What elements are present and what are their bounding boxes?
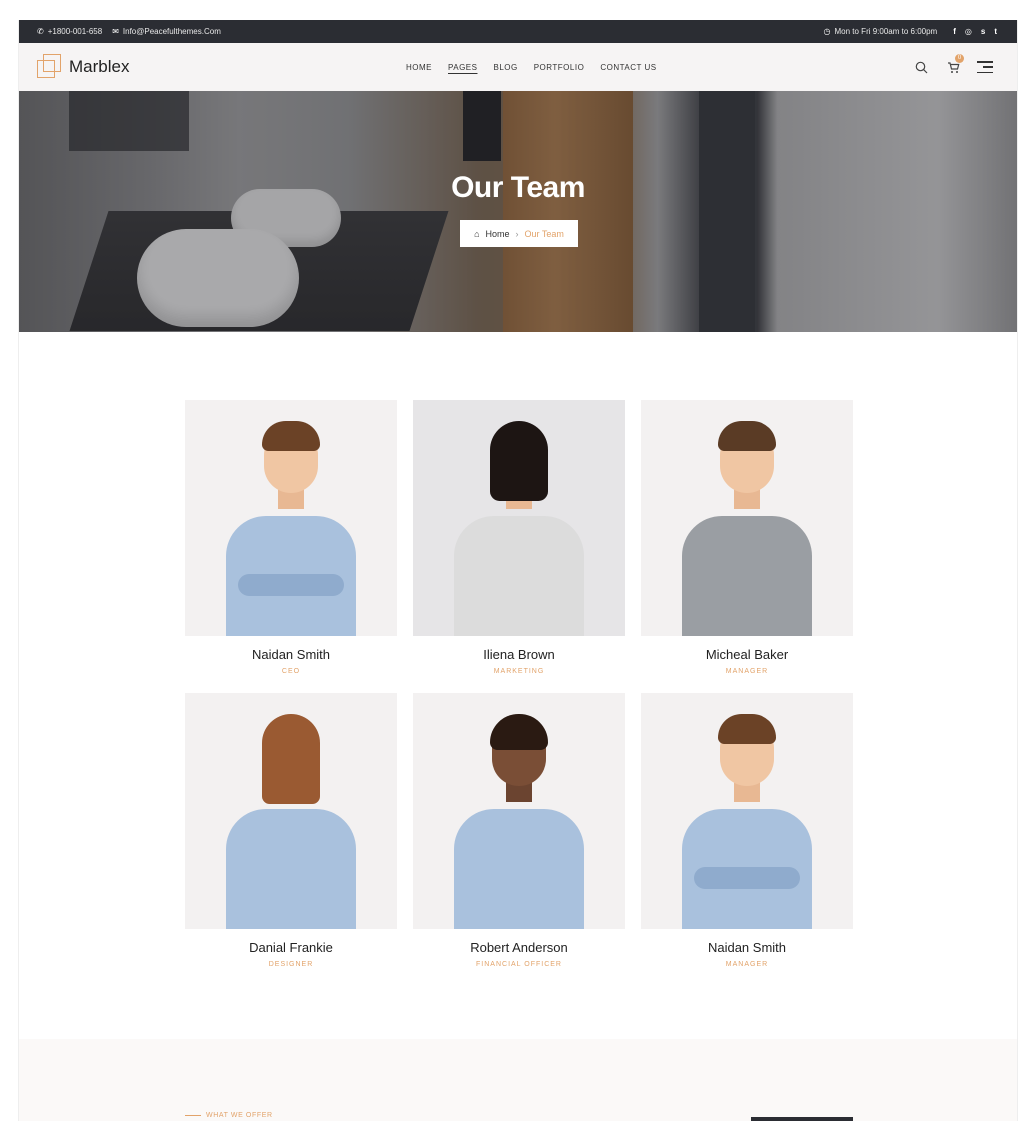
social-links: f ◎ s t — [953, 27, 997, 36]
phone-icon: ✆ — [37, 27, 44, 36]
page-title: Our Team — [451, 171, 585, 204]
mail-icon: ✉ — [112, 27, 119, 36]
team-card[interactable]: Naidan Smith MANAGER — [641, 693, 853, 968]
logo-text: Marblex — [69, 57, 130, 76]
member-name: Danial Frankie — [249, 940, 333, 955]
email-text: Info@Peacefulthemes.Com — [122, 27, 221, 36]
cart-count-badge: 0 — [955, 54, 964, 63]
top-bar: ✆ +1800-001-658 ✉ Info@Peacefulthemes.Co… — [19, 20, 1017, 43]
team-card[interactable]: Iliena Brown MARKETING — [413, 400, 625, 675]
phone-text: +1800-001-658 — [47, 27, 103, 36]
breadcrumb-home[interactable]: Home — [486, 229, 510, 239]
twitter-icon[interactable]: t — [994, 27, 997, 36]
team-card[interactable]: Robert Anderson FINANCIAL OFFICER — [413, 693, 625, 968]
logo-mark-icon — [37, 54, 63, 80]
breadcrumb-current: Our Team — [524, 228, 564, 239]
email-contact[interactable]: ✉ Info@Peacefulthemes.Com — [112, 27, 221, 36]
tag-line — [185, 1115, 201, 1116]
team-photo — [641, 400, 853, 636]
offer-section: WHAT WE OFFER — [19, 1039, 1017, 1121]
section-tag: WHAT WE OFFER — [185, 1112, 273, 1119]
member-role: MANAGER — [725, 668, 769, 675]
facebook-icon[interactable]: f — [953, 27, 956, 36]
member-role: MANAGER — [725, 961, 769, 968]
breadcrumb: ⌂ Home › Our Team — [460, 220, 578, 247]
instagram-icon[interactable]: ◎ — [965, 27, 972, 36]
page-frame: ✆ +1800-001-658 ✉ Info@Peacefulthemes.Co… — [18, 20, 1018, 1121]
member-role: CEO — [281, 668, 301, 675]
nav-portfolio[interactable]: PORTFOLIO — [534, 63, 585, 72]
nav-contact-us[interactable]: CONTACT US — [600, 63, 656, 72]
team-photo — [413, 400, 625, 636]
header-actions: 0 — [913, 43, 993, 91]
nav-home[interactable]: HOME — [406, 63, 432, 72]
member-name: Naidan Smith — [251, 647, 331, 662]
member-role: MARKETING — [493, 668, 545, 675]
hours-text: Mon to Fri 9:00am to 6:00pm — [834, 27, 938, 36]
team-photo — [413, 693, 625, 929]
section-bar — [751, 1117, 853, 1121]
team-photo — [185, 693, 397, 929]
team-photo — [185, 400, 397, 636]
member-name: Naidan Smith — [707, 940, 787, 955]
team-photo — [641, 693, 853, 929]
section-tag-text: WHAT WE OFFER — [206, 1112, 273, 1119]
clock-icon: ◷ — [823, 27, 831, 36]
menu-icon[interactable] — [977, 61, 993, 73]
search-icon[interactable] — [913, 59, 929, 75]
logo[interactable]: Marblex — [37, 54, 129, 80]
site-header: Marblex HOME PAGES BLOG PORTFOLIO CONTAC… — [19, 43, 1017, 91]
chevron-right-icon: › — [515, 228, 519, 239]
team-card[interactable]: Micheal Baker MANAGER — [641, 400, 853, 675]
nav-blog[interactable]: BLOG — [493, 63, 517, 72]
cart-icon[interactable]: 0 — [945, 54, 964, 75]
page-hero: Our Team ⌂ Home › Our Team — [19, 91, 1017, 332]
member-role: FINANCIAL OFFICER — [476, 961, 562, 968]
home-icon: ⌂ — [474, 228, 480, 239]
main-nav: HOME PAGES BLOG PORTFOLIO CONTACT US — [406, 43, 657, 91]
member-name: Robert Anderson — [470, 940, 568, 955]
team-card[interactable]: Naidan Smith CEO — [185, 400, 397, 675]
member-name: Micheal Baker — [705, 647, 789, 662]
member-role: DESIGNER — [268, 961, 314, 968]
phone-contact[interactable]: ✆ +1800-001-658 — [37, 27, 102, 36]
nav-pages[interactable]: PAGES — [448, 63, 477, 72]
skype-icon[interactable]: s — [981, 27, 985, 36]
opening-hours: ◷ Mon to Fri 9:00am to 6:00pm — [824, 27, 938, 36]
member-name: Iliena Brown — [483, 647, 555, 662]
team-card[interactable]: Danial Frankie DESIGNER — [185, 693, 397, 968]
